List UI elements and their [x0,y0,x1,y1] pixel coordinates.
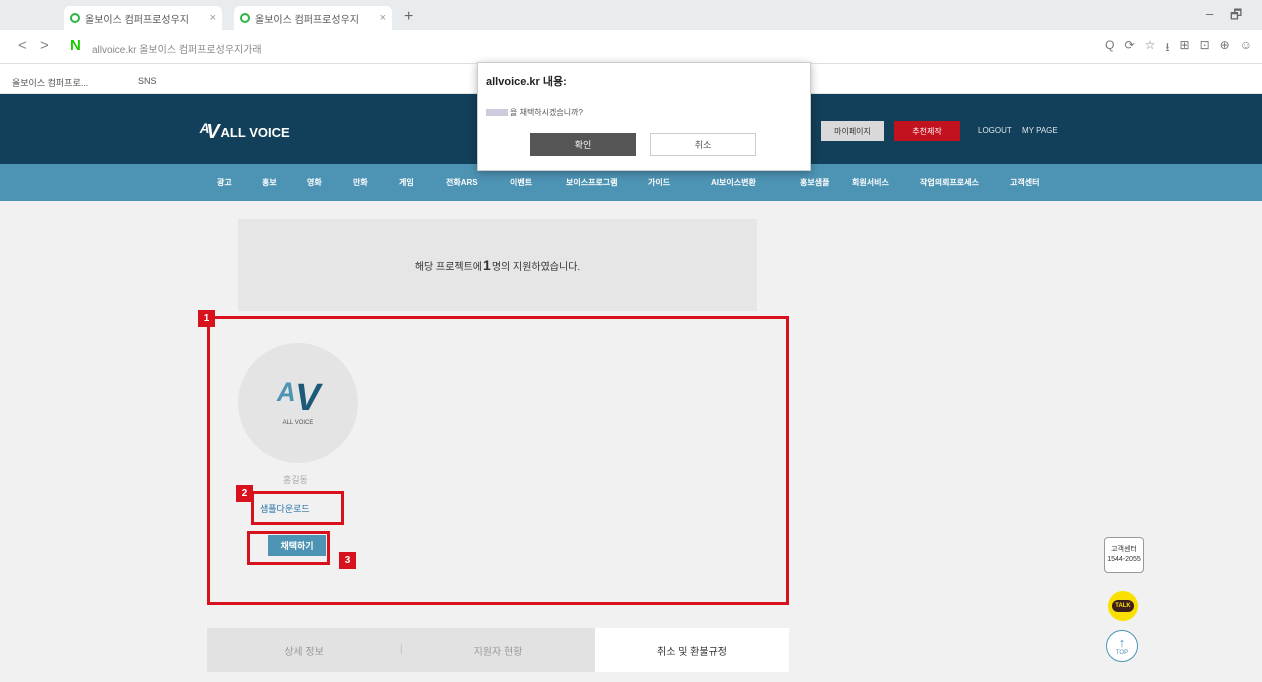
dialog-ok-button[interactable]: 확인 [530,133,636,156]
menu-item[interactable]: 작업의뢰프로세스 [920,177,979,188]
tab-favicon-icon [240,13,250,23]
extensions-icon[interactable]: ⊞ [1180,38,1190,59]
menu-item[interactable]: 이벤트 [510,177,532,188]
logo-mark-icon: ᴬV [199,121,219,143]
customer-center-button[interactable]: 고객센터 1544-2055 [1104,537,1144,573]
annotation-box-2 [251,491,344,525]
annotation-box-3 [247,531,330,565]
mypage-button[interactable]: 마이페이지 [821,121,884,141]
browser-tab[interactable]: 올보이스 컴퍼프로성우지 × [64,6,222,30]
menu-item[interactable]: 가이드 [648,177,670,188]
tab-label: 올보이스 컴퍼프로성우지 [85,14,189,26]
recommend-button[interactable]: 추천제작 [894,121,960,141]
menu-item[interactable]: 고객센터 [1010,177,1039,188]
minimize-button[interactable]: – [1206,6,1213,21]
kakaotalk-icon: TALK [1112,600,1134,612]
search-icon[interactable]: Q [1105,38,1114,59]
menu-item[interactable]: AI보이스변환 [711,177,756,188]
blurred-name [486,109,508,117]
logout-link[interactable]: LOGOUT [978,126,1012,135]
close-icon[interactable]: × [210,12,216,24]
dialog-message-wrap: 을 채택하시겠습니까? [486,107,583,118]
tab-details[interactable]: 상세 정보 [207,628,401,672]
split-view-icon[interactable]: ⊡ [1200,38,1210,59]
browser-toolbar: Q ⟳ ☆ ⭳ ⊞ ⊡ ⊕ ☺ [1105,38,1252,59]
cs-phone: 1544-2055 [1107,556,1141,563]
menu-item[interactable]: 게임 [399,177,414,188]
notice-count: 1 [483,257,491,273]
dialog-title: allvoice.kr 내용: [486,76,567,88]
annotation-badge-2: 2 [236,485,253,502]
scroll-top-button[interactable]: ↑ TOP [1106,630,1138,662]
menu-item[interactable]: 만화 [353,177,368,188]
tab-label: 올보이스 컴퍼프로성우지 [255,14,359,26]
new-tab-button[interactable]: + [404,8,413,26]
applicant-notice: 해당 프로젝트에 1 명의 지원하였습니다. [238,219,757,311]
annotation-badge-3: 3 [339,552,356,569]
profile-icon[interactable]: ☺ [1240,38,1252,59]
annotation-badge-1: 1 [198,310,215,327]
download-icon[interactable]: ⭳ [1165,38,1169,59]
forward-button[interactable]: > [40,37,49,54]
bookmark-item[interactable]: SNS [138,76,157,86]
tab-applicants[interactable]: 지원자 현황 [401,628,595,672]
logo-text: ALL VOICE [220,125,290,140]
tab-refund-policy[interactable]: 취소 및 환불규정 [595,628,789,672]
arrow-up-icon: ↑ [1118,634,1126,650]
menu-item[interactable]: 보이스프로그램 [566,177,618,188]
dialog-message: 을 채택하시겠습니까? [510,108,583,117]
top-label: TOP [1115,649,1129,656]
menu-item[interactable]: 회원서비스 [852,177,889,188]
close-icon[interactable]: × [380,12,386,24]
dialog-cancel-button[interactable]: 취소 [650,133,756,156]
menu-item[interactable]: 홍보샘플 [800,177,829,188]
restore-button[interactable]: 🗗 [1230,6,1242,28]
bookmark-item[interactable]: 올보이스 컴퍼프로... [12,76,88,89]
kakaotalk-button[interactable]: TALK [1108,591,1138,621]
notice-text-post: 명의 지원하였습니다. [491,261,581,273]
naver-logo-icon[interactable]: N [70,37,81,54]
star-icon[interactable]: ☆ [1145,38,1156,59]
menu-item[interactable]: 홍보 [262,177,277,188]
url-field[interactable]: allvoice.kr 올보이스 컴퍼프로성우지가래 [92,41,262,56]
tab-divider: | [400,644,403,655]
menu-item[interactable]: 영화 [307,177,322,188]
refresh-icon[interactable]: ⟳ [1125,38,1135,59]
menu-item[interactable]: 전화ARS [446,177,478,188]
menu-item[interactable]: 광고 [217,177,232,188]
notice-text-pre: 해당 프로젝트에 [414,261,483,273]
mypage-link[interactable]: MY PAGE [1022,126,1058,135]
tab-favicon-icon [70,13,80,23]
browser-tab[interactable]: 올보이스 컴퍼프로성우지 × [234,6,392,30]
site-logo[interactable]: ᴬV ALL VOICE [199,121,290,144]
back-button[interactable]: < [18,37,27,54]
add-icon[interactable]: ⊕ [1220,38,1230,59]
cs-label: 고객센터 [1111,546,1137,553]
detail-tabs: 상세 정보 지원자 현황 취소 및 환불규정 [207,628,789,672]
